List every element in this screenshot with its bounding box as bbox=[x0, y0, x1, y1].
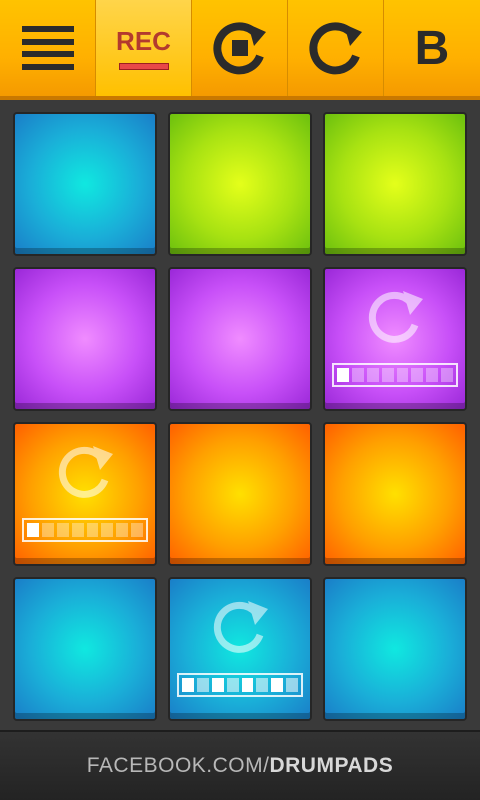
loop-progress-cell bbox=[337, 368, 349, 382]
loop-progress-cell bbox=[256, 678, 269, 692]
loop-progress-cell bbox=[411, 368, 424, 382]
drum-pad[interactable] bbox=[170, 424, 310, 564]
drum-pad[interactable] bbox=[15, 424, 155, 564]
loop-progress-cell bbox=[116, 523, 129, 537]
loop-progress-cell bbox=[381, 368, 394, 382]
loop-progress-cell bbox=[71, 523, 84, 537]
redo-icon bbox=[308, 22, 362, 75]
loop-progress-cell bbox=[241, 678, 254, 692]
record-label: REC bbox=[116, 26, 171, 56]
b-button[interactable]: B bbox=[384, 0, 480, 96]
loop-progress-cell bbox=[56, 523, 69, 537]
pad-grid bbox=[0, 104, 480, 730]
loop-progress-cell bbox=[426, 368, 439, 382]
drum-pad[interactable] bbox=[15, 114, 155, 254]
drum-pad[interactable] bbox=[170, 269, 310, 409]
stop-loop-button[interactable] bbox=[192, 0, 288, 96]
footer-banner[interactable]: FACEBOOK.COM/DRUMPADS bbox=[0, 730, 480, 800]
drum-pad[interactable] bbox=[325, 424, 465, 564]
drum-pad[interactable] bbox=[170, 579, 310, 719]
drum-pad[interactable] bbox=[15, 269, 155, 409]
loop-progress-cell bbox=[86, 523, 99, 537]
loop-progress-cell bbox=[286, 678, 298, 692]
loop-progress-cell bbox=[131, 523, 143, 537]
loop-progress-cell bbox=[441, 368, 453, 382]
loop-progress-cell bbox=[101, 523, 114, 537]
drum-pad[interactable] bbox=[325, 114, 465, 254]
record-indicator bbox=[118, 63, 169, 70]
loop-stop-icon bbox=[212, 22, 266, 75]
hamburger-menu-icon bbox=[21, 26, 74, 70]
loop-progress-cell bbox=[27, 523, 39, 537]
drum-pad[interactable] bbox=[15, 579, 155, 719]
loop-icon bbox=[58, 446, 113, 498]
loop-progress-cell bbox=[211, 678, 224, 692]
menu-button[interactable] bbox=[0, 0, 96, 96]
loop-progress-cell bbox=[196, 678, 209, 692]
redo-button[interactable] bbox=[288, 0, 384, 96]
drum-pad[interactable] bbox=[170, 114, 310, 254]
top-toolbar: REC B bbox=[0, 0, 480, 100]
loop-icon bbox=[368, 291, 423, 343]
loop-progress-cell bbox=[271, 678, 284, 692]
loop-progress-cell bbox=[351, 368, 364, 382]
loop-progress-bar bbox=[177, 673, 303, 697]
loop-progress-cell bbox=[182, 678, 194, 692]
drum-pad[interactable] bbox=[325, 579, 465, 719]
footer-link[interactable]: FACEBOOK.COM/DRUMPADS bbox=[87, 754, 393, 778]
loop-progress-cell bbox=[396, 368, 409, 382]
loop-progress-cell bbox=[366, 368, 379, 382]
record-button[interactable]: REC bbox=[96, 0, 192, 96]
loop-progress-cell bbox=[226, 678, 239, 692]
drum-pad[interactable] bbox=[325, 269, 465, 409]
b-label: B bbox=[414, 21, 450, 75]
loop-icon bbox=[213, 601, 268, 653]
loop-progress-bar bbox=[22, 518, 148, 542]
loop-progress-cell bbox=[41, 523, 54, 537]
loop-progress-bar bbox=[332, 363, 458, 387]
